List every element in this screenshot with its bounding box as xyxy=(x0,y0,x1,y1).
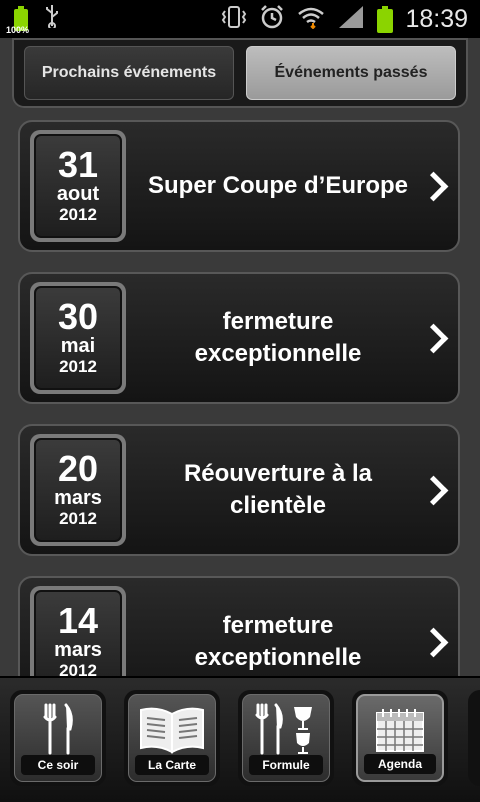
cutlery-glasses-icon xyxy=(243,701,329,757)
vibrate-icon xyxy=(221,5,247,33)
date-badge: 14 mars 2012 xyxy=(30,586,126,680)
event-year: 2012 xyxy=(59,356,97,376)
chevron-right-icon xyxy=(418,627,449,658)
event-title: Super Coupe d’Europe xyxy=(147,172,408,199)
event-day: 14 xyxy=(57,599,99,641)
chevron-right-icon xyxy=(418,323,449,354)
event-card[interactable]: 31 aout 2012 Super Coupe d’Europe xyxy=(18,120,460,252)
event-month: mars xyxy=(54,486,102,509)
event-card[interactable]: 20 mars 2012 Réouverture à la clientèle xyxy=(18,424,460,556)
nav-more-edge[interactable] xyxy=(468,690,480,786)
event-card[interactable]: 30 mai 2012 fermeture exceptionnelle xyxy=(18,272,460,404)
event-month: aout xyxy=(56,182,100,205)
status-bar: 100% 18:39 xyxy=(0,0,480,38)
event-month: mars xyxy=(54,638,102,661)
wifi-icon xyxy=(297,5,325,33)
nav-la-carte[interactable]: La Carte xyxy=(124,690,220,786)
battery-icon: 100% xyxy=(6,5,30,35)
event-tabs: Prochains événements Événements passés xyxy=(12,38,468,108)
nav-label: Formule xyxy=(249,755,323,775)
chevron-right-icon xyxy=(418,171,449,202)
event-day: 20 xyxy=(57,447,99,489)
tab-upcoming-events[interactable]: Prochains événements xyxy=(24,46,234,100)
bottom-nav: Ce soir La Carte Formule Agenda xyxy=(0,676,480,802)
nav-label: Agenda xyxy=(364,754,436,774)
event-day: 30 xyxy=(57,295,99,337)
chevron-right-icon xyxy=(418,475,449,506)
event-year: 2012 xyxy=(59,508,97,528)
usb-icon xyxy=(44,4,60,34)
cutlery-icon xyxy=(15,701,101,757)
event-month: mai xyxy=(60,334,96,357)
tab-past-events[interactable]: Événements passés xyxy=(246,46,456,100)
event-year: 2012 xyxy=(59,204,97,224)
nav-label: La Carte xyxy=(135,755,209,775)
event-day: 31 xyxy=(57,143,99,185)
signal-icon xyxy=(337,5,365,33)
menu-book-icon xyxy=(129,701,215,757)
date-badge: 31 aout 2012 xyxy=(30,130,126,242)
clock: 18:39 xyxy=(405,4,468,33)
battery-percent: 100% xyxy=(6,25,30,35)
nav-formule[interactable]: Formule xyxy=(238,690,334,786)
event-title: fermeture exceptionnelle xyxy=(194,308,362,367)
date-badge: 30 mai 2012 xyxy=(30,282,126,394)
date-badge: 20 mars 2012 xyxy=(30,434,126,546)
alarm-icon xyxy=(259,4,285,34)
nav-label: Ce soir xyxy=(21,755,95,775)
nav-ce-soir[interactable]: Ce soir xyxy=(10,690,106,786)
battery-icon xyxy=(377,5,394,33)
event-card[interactable]: 14 mars 2012 fermeture exceptionnelle xyxy=(18,576,460,680)
event-title: Réouverture à la clientèle xyxy=(183,460,373,519)
nav-agenda[interactable]: Agenda xyxy=(352,690,448,786)
event-list[interactable]: 31 aout 2012 Super Coupe d’Europe 30 mai… xyxy=(0,108,480,680)
event-title: fermeture exceptionnelle xyxy=(194,612,362,671)
calendar-icon xyxy=(358,702,442,758)
